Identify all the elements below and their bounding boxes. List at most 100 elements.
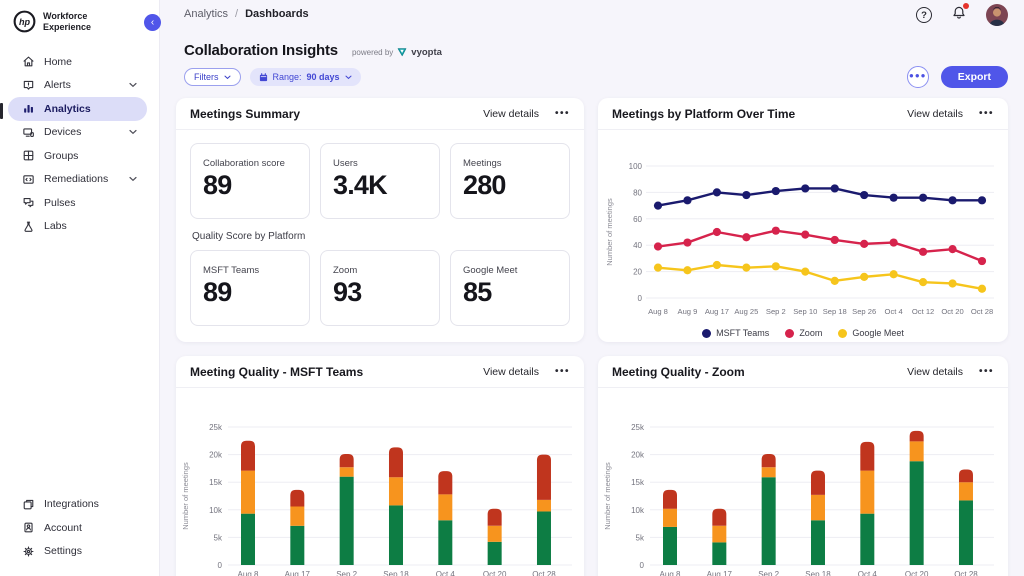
chevron-down-icon <box>129 129 137 135</box>
export-button[interactable]: Export <box>941 66 1008 88</box>
svg-text:25k: 25k <box>209 423 223 432</box>
stat-tile-users: Users 3.4K <box>320 143 440 219</box>
more-options-button[interactable]: ●●● <box>907 66 929 88</box>
sidebar-item-label: Settings <box>44 545 82 557</box>
legend-item: Zoom <box>785 328 822 338</box>
sidebar-item-home[interactable]: Home <box>8 50 147 74</box>
sidebar-item-label: Analytics <box>44 103 91 115</box>
breadcrumb: Analytics / Dashboards <box>184 8 309 20</box>
svg-text:Aug 8: Aug 8 <box>660 570 681 576</box>
card-menu-icon[interactable]: ••• <box>979 366 994 377</box>
svg-text:Aug 8: Aug 8 <box>648 307 668 316</box>
help-icon[interactable]: ? <box>916 7 932 23</box>
svg-text:Oct 28: Oct 28 <box>971 307 993 316</box>
range-prefix: Range: <box>273 72 302 82</box>
stat-tile-meetings: Meetings 280 <box>450 143 570 219</box>
card-actions: View details ••• <box>907 108 994 120</box>
card-title: Meeting Quality - Zoom <box>612 365 745 379</box>
sidebar-item-label: Remediations <box>44 173 108 185</box>
card-title: Meetings by Platform Over Time <box>612 107 795 121</box>
notification-dot <box>963 3 969 9</box>
chevron-down-icon <box>129 176 137 182</box>
sidebar-item-settings[interactable]: Settings <box>8 540 147 564</box>
date-range-button[interactable]: Range: 90 days <box>250 68 361 86</box>
svg-text:Sep 18: Sep 18 <box>823 307 847 316</box>
avatar-photo <box>986 4 1008 26</box>
devices-icon <box>22 126 35 139</box>
card-menu-icon[interactable]: ••• <box>555 366 570 377</box>
filter-bar: Filters Range: 90 days <box>184 68 361 86</box>
svg-text:5k: 5k <box>214 533 223 542</box>
sidebar-item-account[interactable]: Account <box>8 516 147 540</box>
svg-text:Number of meetings: Number of meetings <box>603 462 612 530</box>
groups-icon <box>22 149 35 162</box>
sidebar-item-analytics[interactable]: Analytics <box>8 97 147 121</box>
active-indicator <box>0 103 3 119</box>
calendar-icon <box>259 73 268 82</box>
view-details-link[interactable]: View details <box>483 108 539 120</box>
sidebar-item-alerts[interactable]: Alerts <box>8 74 147 98</box>
svg-text:15k: 15k <box>209 478 223 487</box>
meeting-quality-zoom-card: Meeting Quality - Zoom View details ••• … <box>598 356 1008 576</box>
sidebar-item-label: Groups <box>44 150 78 162</box>
avatar[interactable] <box>986 4 1008 26</box>
view-details-link[interactable]: View details <box>483 366 539 378</box>
svg-text:60: 60 <box>633 215 642 224</box>
svg-text:Aug 8: Aug 8 <box>238 570 259 576</box>
chevron-down-icon <box>224 75 231 80</box>
legend-item: MSFT Teams <box>702 328 769 338</box>
stat-label: Zoom <box>333 265 427 276</box>
card-title: Meeting Quality - MSFT Teams <box>190 365 363 379</box>
summary-body: Collaboration score 89 Users 3.4K Meetin… <box>176 130 584 326</box>
sidebar-item-groups[interactable]: Groups <box>8 144 147 168</box>
sidebar-item-label: Account <box>44 522 82 534</box>
sidebar-item-label: Pulses <box>44 197 76 209</box>
card-menu-icon[interactable]: ••• <box>979 108 994 119</box>
meeting-quality-teams-card: Meeting Quality - MSFT Teams View detail… <box>176 356 584 576</box>
chevron-down-icon <box>345 75 352 80</box>
svg-text:Aug 17: Aug 17 <box>285 570 311 576</box>
svg-text:Aug 17: Aug 17 <box>707 570 733 576</box>
svg-text:Sep 26: Sep 26 <box>852 307 876 316</box>
alerts-icon <box>22 79 35 92</box>
filters-button[interactable]: Filters <box>184 68 241 86</box>
stat-label: Collaboration score <box>203 158 297 169</box>
svg-text:Oct 28: Oct 28 <box>532 570 556 576</box>
card-menu-icon[interactable]: ••• <box>555 108 570 119</box>
powered-by-label: powered by <box>352 48 393 57</box>
meetings-by-platform-card: Meetings by Platform Over Time View deta… <box>598 98 1008 342</box>
sidebar-item-pulses[interactable]: Pulses <box>8 191 147 215</box>
svg-text:20k: 20k <box>631 451 645 460</box>
sidebar-nav: Home Alerts Analytics <box>0 50 159 238</box>
svg-text:Aug 25: Aug 25 <box>734 307 758 316</box>
range-value: 90 days <box>307 72 340 82</box>
home-icon <box>22 55 35 68</box>
svg-text:20: 20 <box>633 268 642 277</box>
sidebar-item-remediations[interactable]: Remediations <box>8 168 147 192</box>
view-details-link[interactable]: View details <box>907 108 963 120</box>
vyopta-logo-icon <box>397 47 407 57</box>
sidebar-item-devices[interactable]: Devices <box>8 121 147 145</box>
quality-zoom-bar-chart: 05k10k15k20k25kNumber of meetingsAug 8Au… <box>598 388 1008 576</box>
sidebar-item-labs[interactable]: Labs <box>8 215 147 239</box>
filters-label: Filters <box>194 72 219 82</box>
vendor-name: vyopta <box>411 47 442 58</box>
legend-item: Google Meet <box>838 328 904 338</box>
stat-value: 93 <box>333 277 427 308</box>
header-actions: ? <box>916 4 1008 26</box>
sidebar-footer: Integrations Account Settings <box>0 493 159 564</box>
legend-dot-icon <box>785 329 794 338</box>
quality-teams-bar-chart: 05k10k15k20k25kNumber of meetingsAug 8Au… <box>176 388 584 576</box>
stat-tile-google-meet: Google Meet 85 <box>450 250 570 326</box>
svg-text:Aug 9: Aug 9 <box>678 307 698 316</box>
sidebar-item-integrations[interactable]: Integrations <box>8 493 147 517</box>
line-chart-legend: MSFT Teams Zoom Google Meet <box>598 328 1008 338</box>
sidebar-item-label: Labs <box>44 220 67 232</box>
notifications-button[interactable] <box>951 5 967 26</box>
stat-value: 89 <box>203 170 297 201</box>
chevron-down-icon <box>129 82 137 88</box>
main-content: Analytics / Dashboards ? <box>160 0 1024 576</box>
view-details-link[interactable]: View details <box>907 366 963 378</box>
breadcrumb-analytics[interactable]: Analytics <box>184 8 228 20</box>
sidebar-collapse-button[interactable]: ‹ <box>144 14 161 31</box>
